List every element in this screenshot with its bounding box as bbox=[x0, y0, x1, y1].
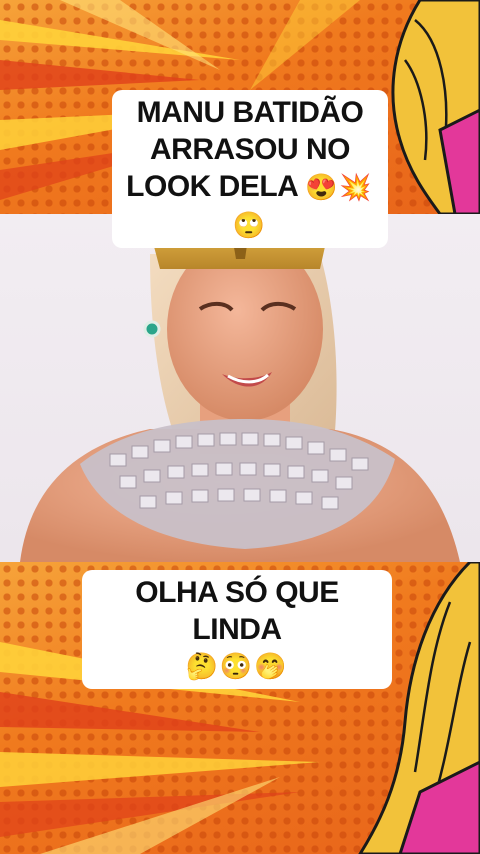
woman-in-golden-headdress bbox=[20, 224, 460, 562]
photo-panel bbox=[0, 214, 480, 562]
top-caption: MANU BATIDÃO ARRASOU NO LOOK DELA 😍💥🙄 bbox=[112, 90, 388, 248]
bottom-caption: OLHA SÓ QUE LINDA 🤔😳🤭 bbox=[82, 570, 392, 689]
bottom-caption-emojis: 🤔😳🤭 bbox=[185, 651, 289, 681]
meme-frame: MANU BATIDÃO ARRASOU NO LOOK DELA 😍💥🙄 OL… bbox=[0, 0, 480, 854]
cartoon-woman-top bbox=[391, 0, 480, 214]
bottom-caption-text: OLHA SÓ QUE LINDA bbox=[135, 576, 339, 646]
